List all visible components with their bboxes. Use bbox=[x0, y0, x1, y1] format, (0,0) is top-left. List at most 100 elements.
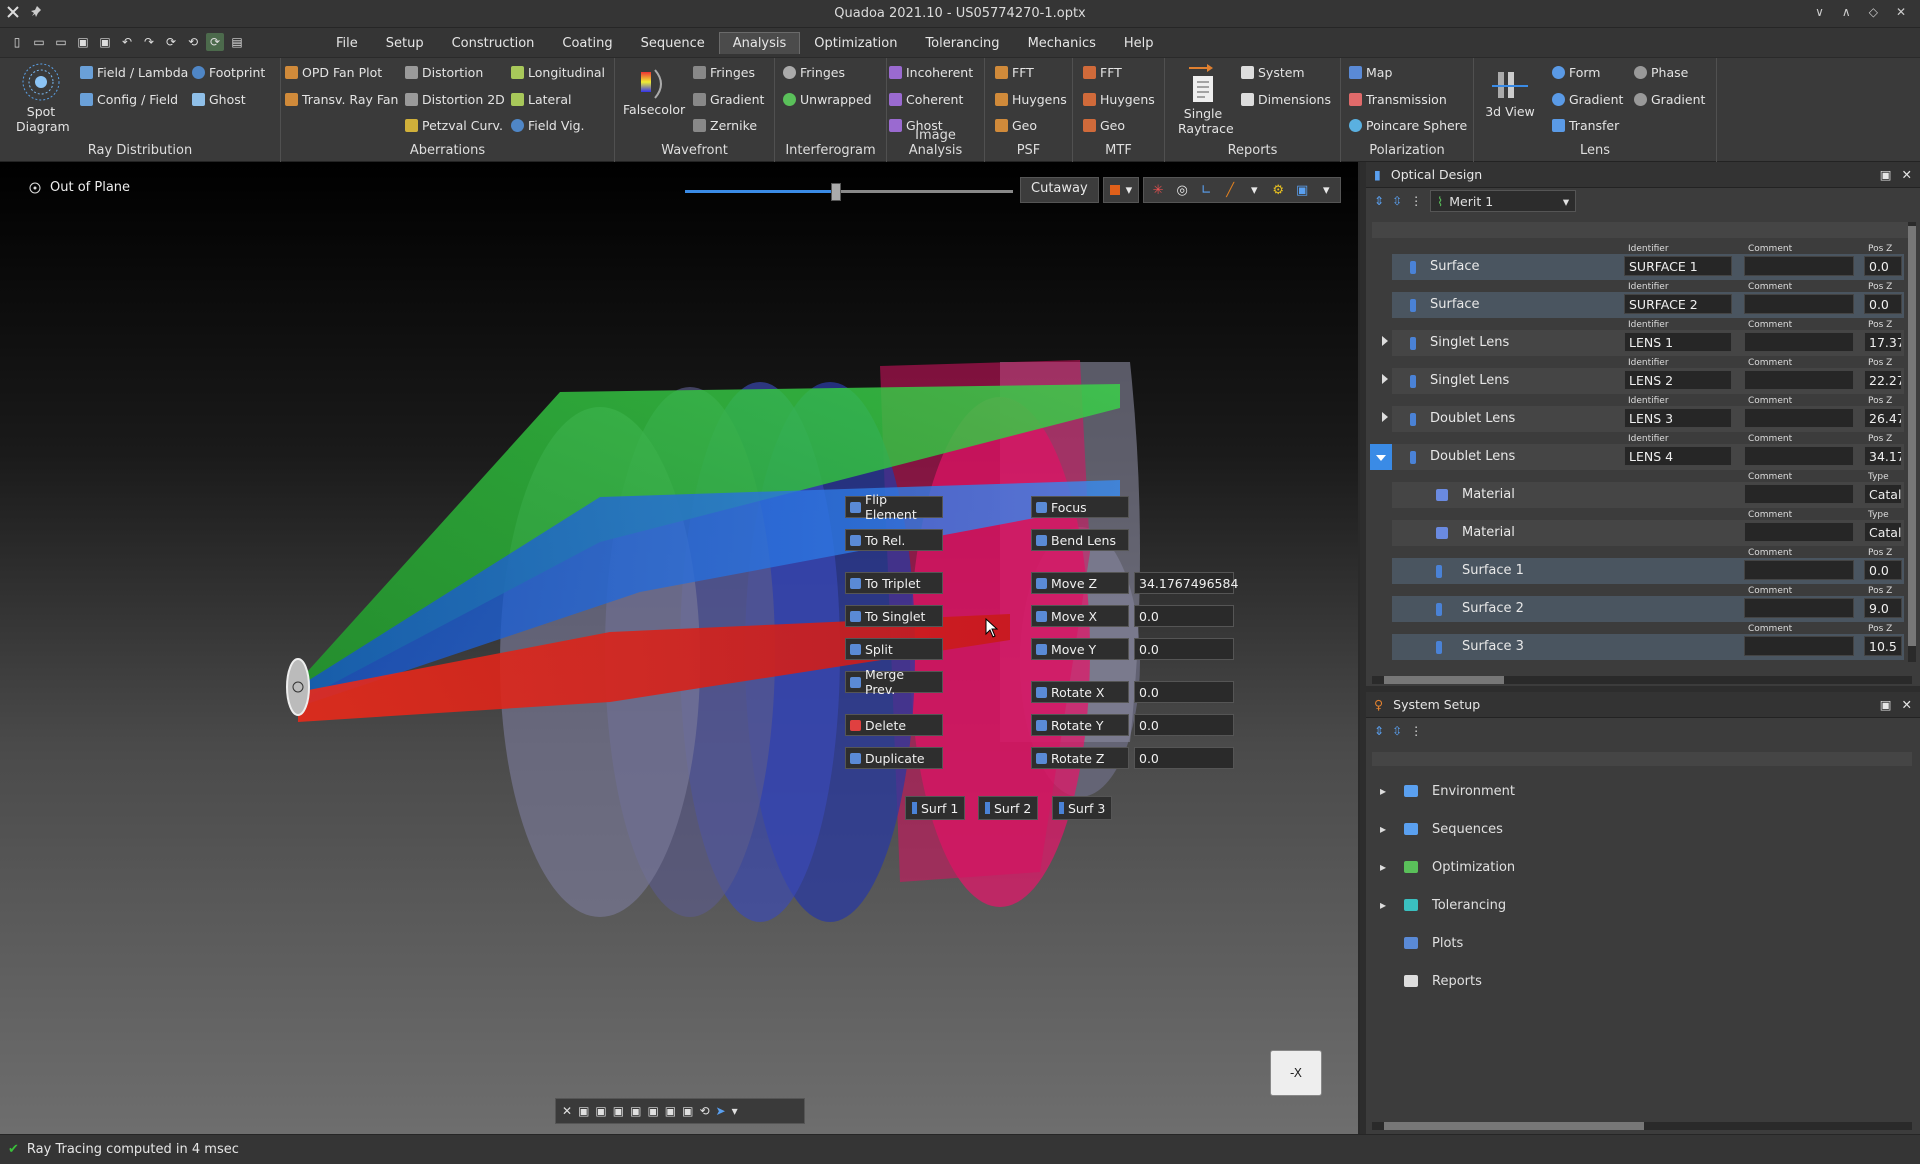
dimensions-report-button[interactable]: Dimensions bbox=[1241, 89, 1331, 109]
setup-item-reports[interactable]: Reports bbox=[1366, 966, 1906, 996]
view-bottom-icon[interactable]: ▣ bbox=[665, 1104, 676, 1118]
3d-viewport[interactable]: Out of Plane Cutaway ▾ ✳ ◎ ∟ ╱ ▾ ⚙ ▣ ▾ F… bbox=[0, 162, 1360, 1134]
save-as-icon[interactable]: ▣ bbox=[96, 33, 114, 51]
to-singlet-button[interactable]: To Singlet bbox=[845, 605, 943, 627]
ghost-ray-button[interactable]: Ghost bbox=[192, 89, 246, 109]
cutaway-button[interactable]: Cutaway bbox=[1020, 177, 1099, 203]
view-front-icon[interactable]: ▣ bbox=[578, 1104, 589, 1118]
pos-z-field[interactable]: 0.0 bbox=[1864, 256, 1902, 276]
view-iso-icon[interactable]: ▣ bbox=[682, 1104, 693, 1118]
config-field-button[interactable]: Config / Field bbox=[80, 89, 178, 109]
close-panel-icon[interactable]: ✕ bbox=[1902, 697, 1912, 712]
merit-function-select[interactable]: ⌇ Merit 1 ▾ bbox=[1430, 190, 1577, 212]
view-top-icon[interactable]: ▣ bbox=[647, 1104, 658, 1118]
focus-button[interactable]: Focus bbox=[1031, 496, 1129, 518]
chevron-down-icon[interactable]: ▾ bbox=[1316, 180, 1336, 200]
flip-element-button[interactable]: Flip Element bbox=[845, 492, 943, 522]
mtf-huygens-button[interactable]: Huygens bbox=[1083, 89, 1155, 109]
psf-geo-button[interactable]: Geo bbox=[995, 115, 1037, 135]
design-row[interactable]: Singlet Lens Identifier LENS 2 Comment Pos Z… bbox=[1366, 354, 1906, 394]
duplicate-button[interactable]: Duplicate bbox=[845, 747, 943, 769]
transfer-button[interactable]: Transfer bbox=[1552, 115, 1619, 135]
distortion-2d-button[interactable]: Distortion 2D bbox=[405, 89, 505, 109]
3d-view-button[interactable]: 3d View bbox=[1482, 68, 1538, 119]
menu-help[interactable]: Help bbox=[1110, 32, 1168, 54]
comment-field[interactable] bbox=[1744, 332, 1854, 352]
close-panel-icon[interactable]: ✕ bbox=[1902, 167, 1912, 182]
design-row[interactable]: Surface 1 Comment Pos Z 0.0 bbox=[1366, 544, 1906, 584]
field-lambda-button[interactable]: Field / Lambda bbox=[80, 62, 188, 82]
view-preset-icon[interactable]: ▣ bbox=[1292, 180, 1312, 200]
design-row[interactable]: Doublet Lens Identifier LENS 3 Comment Pos Z… bbox=[1366, 392, 1906, 432]
auto-update-icon[interactable]: ⟳ bbox=[206, 33, 224, 51]
menu-setup[interactable]: Setup bbox=[372, 32, 438, 54]
menu-analysis[interactable]: Analysis bbox=[718, 32, 801, 54]
opd-fan-plot-button[interactable]: OPD Fan Plot bbox=[285, 62, 382, 82]
petzval-button[interactable]: Petzval Curv. bbox=[405, 115, 503, 135]
menu-optimization[interactable]: Optimization bbox=[800, 32, 911, 54]
rotate-x-input[interactable]: 0.0 bbox=[1134, 681, 1234, 703]
rotate-z-button[interactable]: Rotate Z bbox=[1031, 747, 1129, 769]
line-color-icon[interactable]: ╱ bbox=[1220, 180, 1240, 200]
pos-z-field[interactable]: 10.5 bbox=[1864, 636, 1902, 656]
chevron-down-icon[interactable]: ▾ bbox=[732, 1104, 738, 1118]
identifier-field[interactable]: LENS 3 bbox=[1624, 408, 1732, 428]
expand-toggle-icon[interactable] bbox=[1382, 412, 1388, 422]
maximize-icon[interactable]: ∧ bbox=[1842, 5, 1851, 19]
unwrapped-button[interactable]: Unwrapped bbox=[783, 89, 872, 109]
move-y-button[interactable]: Move Y bbox=[1031, 638, 1129, 660]
footprint-button[interactable]: Footprint bbox=[192, 62, 265, 82]
expand-toggle-icon[interactable]: ▸ bbox=[1380, 784, 1400, 798]
pos-z-field[interactable]: 9.0 bbox=[1864, 598, 1902, 618]
menu-construction[interactable]: Construction bbox=[438, 32, 549, 54]
setup-item-sequences[interactable]: ▸ Sequences bbox=[1366, 814, 1906, 844]
expand-toggle-icon[interactable] bbox=[1382, 374, 1388, 384]
split-button[interactable]: Split bbox=[845, 638, 943, 660]
setup-item-tolerancing[interactable]: ▸ Tolerancing bbox=[1366, 890, 1906, 920]
identifier-field[interactable]: SURFACE 2 bbox=[1624, 294, 1732, 314]
pos-z-field[interactable]: Catal bbox=[1864, 522, 1902, 542]
setup-item-environment[interactable]: ▸ Environment bbox=[1366, 776, 1906, 806]
coherent-button[interactable]: Coherent bbox=[889, 89, 963, 109]
redo-icon[interactable]: ↷ bbox=[140, 33, 158, 51]
rotate-y-input[interactable]: 0.0 bbox=[1134, 714, 1234, 736]
more-options-icon[interactable]: ⋮ bbox=[1410, 194, 1422, 208]
design-row[interactable]: Surface Identifier SURFACE 1 Comment Pos Z 0.… bbox=[1366, 240, 1906, 280]
move-y-input[interactable]: 0.0 bbox=[1134, 638, 1234, 660]
lateral-button[interactable]: Lateral bbox=[511, 89, 572, 109]
distortion-button[interactable]: Distortion bbox=[405, 62, 483, 82]
identifier-field[interactable]: LENS 1 bbox=[1624, 332, 1732, 352]
pos-z-field[interactable]: 0.0 bbox=[1864, 294, 1902, 314]
delete-button[interactable]: Delete bbox=[845, 714, 943, 736]
refresh-icon[interactable]: ⟳ bbox=[162, 33, 180, 51]
menu-tolerancing[interactable]: Tolerancing bbox=[911, 32, 1013, 54]
design-row[interactable]: Surface 3 Comment Pos Z 10.5 bbox=[1366, 620, 1906, 660]
bend-lens-button[interactable]: Bend Lens bbox=[1031, 529, 1129, 551]
mtf-fft-button[interactable]: FFT bbox=[1083, 62, 1122, 82]
comment-field[interactable] bbox=[1744, 294, 1854, 314]
zernike-button[interactable]: Zernike bbox=[693, 115, 757, 135]
menu-mechanics[interactable]: Mechanics bbox=[1014, 32, 1110, 54]
pos-z-field[interactable]: 22.27 bbox=[1864, 370, 1902, 390]
view-right-icon[interactable]: ▣ bbox=[630, 1104, 641, 1118]
menu-sequence[interactable]: Sequence bbox=[627, 32, 719, 54]
cutaway-color-dropdown[interactable]: ▾ bbox=[1102, 177, 1140, 203]
if-fringes-button[interactable]: Fringes bbox=[783, 62, 845, 82]
collapse-toggle-icon[interactable] bbox=[1370, 444, 1392, 470]
float-panel-icon[interactable]: ▣ bbox=[1880, 697, 1892, 712]
settings-gear-icon[interactable]: ⚙ bbox=[1268, 180, 1288, 200]
view-back-icon[interactable]: ▣ bbox=[595, 1104, 606, 1118]
wf-gradient-button[interactable]: Gradient bbox=[693, 89, 764, 109]
surf-1-button[interactable]: Surf 1 bbox=[905, 796, 966, 820]
pos-z-field[interactable]: 34.17 bbox=[1864, 446, 1902, 466]
phase-gradient-button[interactable]: Gradient bbox=[1634, 89, 1705, 109]
collapse-all-icon[interactable]: ⇳ bbox=[1392, 724, 1402, 738]
orbit-icon[interactable]: ⟲ bbox=[699, 1104, 709, 1118]
more-options-icon[interactable]: ⋮ bbox=[1410, 724, 1422, 738]
comment-field[interactable] bbox=[1744, 256, 1854, 276]
open-folder-icon[interactable]: ▭ bbox=[30, 33, 48, 51]
undo-icon[interactable]: ↶ bbox=[118, 33, 136, 51]
mtf-geo-button[interactable]: Geo bbox=[1083, 115, 1125, 135]
phase-button[interactable]: Phase bbox=[1634, 62, 1688, 82]
system-report-button[interactable]: System bbox=[1241, 62, 1305, 82]
